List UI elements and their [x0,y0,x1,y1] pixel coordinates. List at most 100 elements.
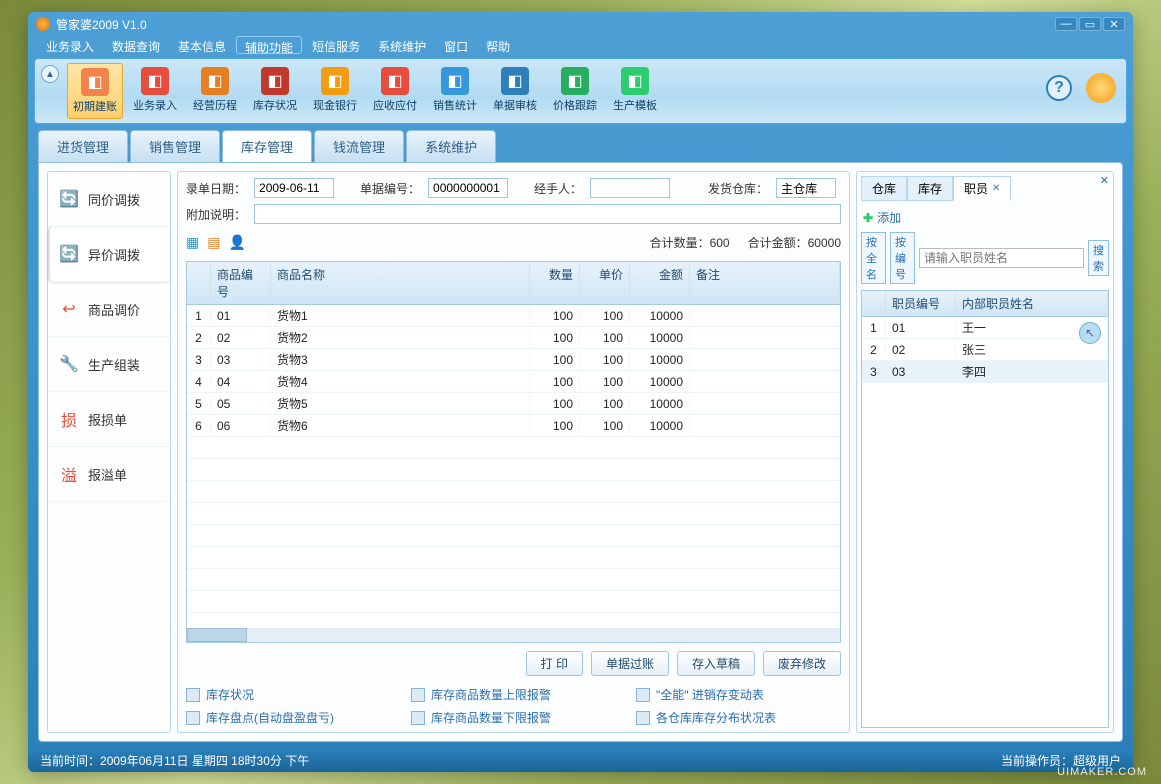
col-note[interactable]: 备注 [690,262,840,304]
link-1[interactable]: 库存商品数量上限报警 [411,686,616,703]
cursor-indicator-icon: ↖ [1079,322,1101,344]
sidebar-item-0[interactable]: 🔄同价调拨 [48,172,170,227]
tool-2[interactable]: ◧经营历程 [187,63,243,119]
filter-fullname[interactable]: 按全名 [861,232,886,284]
grid-icon-3[interactable]: 👤 [228,234,245,251]
grid-body[interactable]: 101货物110010010000202货物210010010000303货物3… [187,305,840,628]
menu-6[interactable]: 窗口 [436,36,476,54]
link-2[interactable]: "全能" 进销存变动表 [636,686,841,703]
help-icon[interactable]: ? [1046,75,1072,101]
titlebar[interactable]: 管家婆2009 V1.0 — ▭ ✕ [28,12,1133,36]
table-row-empty[interactable] [187,459,840,481]
goods-grid[interactable]: 商品编号 商品名称 数量 单价 金额 备注 101货物1100100100002… [186,261,841,643]
employee-grid[interactable]: 职员编号 内部职员姓名 101王一202张三303李四 [861,290,1109,728]
table-row[interactable]: 606货物610010010000 [187,415,840,437]
menu-2[interactable]: 基本信息 [170,36,234,54]
sidebar-item-1[interactable]: 🔄异价调拨 [48,227,170,282]
main-tab-1[interactable]: 销售管理 [130,130,220,162]
table-row[interactable]: 202货物210010010000 [187,327,840,349]
link-3[interactable]: 库存盘点(自动盘盈盘亏) [186,709,391,726]
rcol-name[interactable]: 内部职员姓名 [956,291,1108,316]
tool-4[interactable]: ◧现金银行 [307,63,363,119]
main-tab-4[interactable]: 系统维护 [406,130,496,162]
sidebar-item-4[interactable]: 损报损单 [48,392,170,447]
menu-4[interactable]: 短信服务 [304,36,368,54]
link-5[interactable]: 各仓库库存分布状况表 [636,709,841,726]
col-amt[interactable]: 金额 [630,262,690,304]
col-name[interactable]: 商品名称 [271,262,530,304]
notes-input[interactable] [254,204,841,224]
table-row-empty[interactable] [187,503,840,525]
table-row[interactable]: 505货物510010010000 [187,393,840,415]
link-0[interactable]: 库存状况 [186,686,391,703]
employee-row[interactable]: 303李四 [862,361,1108,383]
tool-0[interactable]: ◧初期建账 [67,63,123,119]
table-row-empty[interactable] [187,437,840,459]
hscrollbar[interactable] [187,628,840,642]
tool-label-4: 现金银行 [313,97,357,113]
col-qty[interactable]: 数量 [530,262,580,304]
action-btn-3[interactable]: 废弃修改 [763,651,841,676]
bill-input[interactable] [428,178,508,198]
col-idx[interactable] [187,262,211,304]
action-btn-2[interactable]: 存入草稿 [677,651,755,676]
table-row-empty[interactable] [187,525,840,547]
right-tab-1[interactable]: 库存 [907,176,953,201]
menu-5[interactable]: 系统维护 [370,36,434,54]
add-button[interactable]: ✚ 添加 [861,205,1109,230]
tool-icon-1: ◧ [141,67,169,95]
handler-input[interactable] [590,178,670,198]
right-tab-2[interactable]: 职员✕ [953,176,1011,201]
grid-icon-2[interactable]: ▤ [207,234,220,251]
maximize-button[interactable]: ▭ [1079,17,1101,31]
employee-row[interactable]: 202张三 [862,339,1108,361]
menu-0[interactable]: 业务录入 [38,36,102,54]
minimize-button[interactable]: — [1055,17,1077,31]
handler-label: 经手人： [534,180,582,197]
sidebar-item-3[interactable]: 🔧生产组装 [48,337,170,392]
table-row[interactable]: 303货物310010010000 [187,349,840,371]
sidebar-item-2[interactable]: ↩商品调价 [48,282,170,337]
tool-7[interactable]: ◧单据审核 [487,63,543,119]
tab-close-icon[interactable]: ✕ [992,183,1000,194]
action-btn-1[interactable]: 单据过账 [591,651,669,676]
tool-1[interactable]: ◧业务录入 [127,63,183,119]
menu-1[interactable]: 数据查询 [104,36,168,54]
menu-3[interactable]: 辅助功能 [236,36,302,54]
tool-8[interactable]: ◧价格跟踪 [547,63,603,119]
sidebar-item-5[interactable]: 溢报溢单 [48,447,170,502]
col-price[interactable]: 单价 [580,262,630,304]
link-4[interactable]: 库存商品数量下限报警 [411,709,616,726]
employee-search-input[interactable] [919,248,1084,268]
action-btn-0[interactable]: 打 印 [526,651,583,676]
filter-code[interactable]: 按编号 [890,232,915,284]
main-tab-2[interactable]: 库存管理 [222,130,312,162]
menu-7[interactable]: 帮助 [478,36,518,54]
right-tab-0[interactable]: 仓库 [861,176,907,201]
rcol-code[interactable]: 职员编号 [886,291,956,316]
collapse-ribbon-button[interactable]: ▲ [41,65,59,83]
grid-header: 商品编号 商品名称 数量 单价 金额 备注 [187,262,840,305]
tool-9[interactable]: ◧生产模板 [607,63,663,119]
panel-close-icon[interactable]: ✕ [1100,174,1109,187]
employee-row[interactable]: 101王一 [862,317,1108,339]
table-row[interactable]: 404货物410010010000 [187,371,840,393]
main-tab-3[interactable]: 钱流管理 [314,130,404,162]
grid-icon-1[interactable]: ▦ [186,234,199,251]
table-row-empty[interactable] [187,547,840,569]
tool-3[interactable]: ◧库存状况 [247,63,303,119]
rcol-idx[interactable] [862,291,886,316]
tool-6[interactable]: ◧销售统计 [427,63,483,119]
close-button[interactable]: ✕ [1103,17,1125,31]
search-button[interactable]: 搜索 [1088,240,1109,276]
employee-grid-body[interactable]: 101王一202张三303李四 [862,317,1108,383]
date-input[interactable] [254,178,334,198]
table-row-empty[interactable] [187,569,840,591]
tool-5[interactable]: ◧应收应付 [367,63,423,119]
main-tab-0[interactable]: 进货管理 [38,130,128,162]
table-row-empty[interactable] [187,591,840,613]
table-row[interactable]: 101货物110010010000 [187,305,840,327]
table-row-empty[interactable] [187,481,840,503]
col-code[interactable]: 商品编号 [211,262,271,304]
warehouse-input[interactable] [776,178,836,198]
